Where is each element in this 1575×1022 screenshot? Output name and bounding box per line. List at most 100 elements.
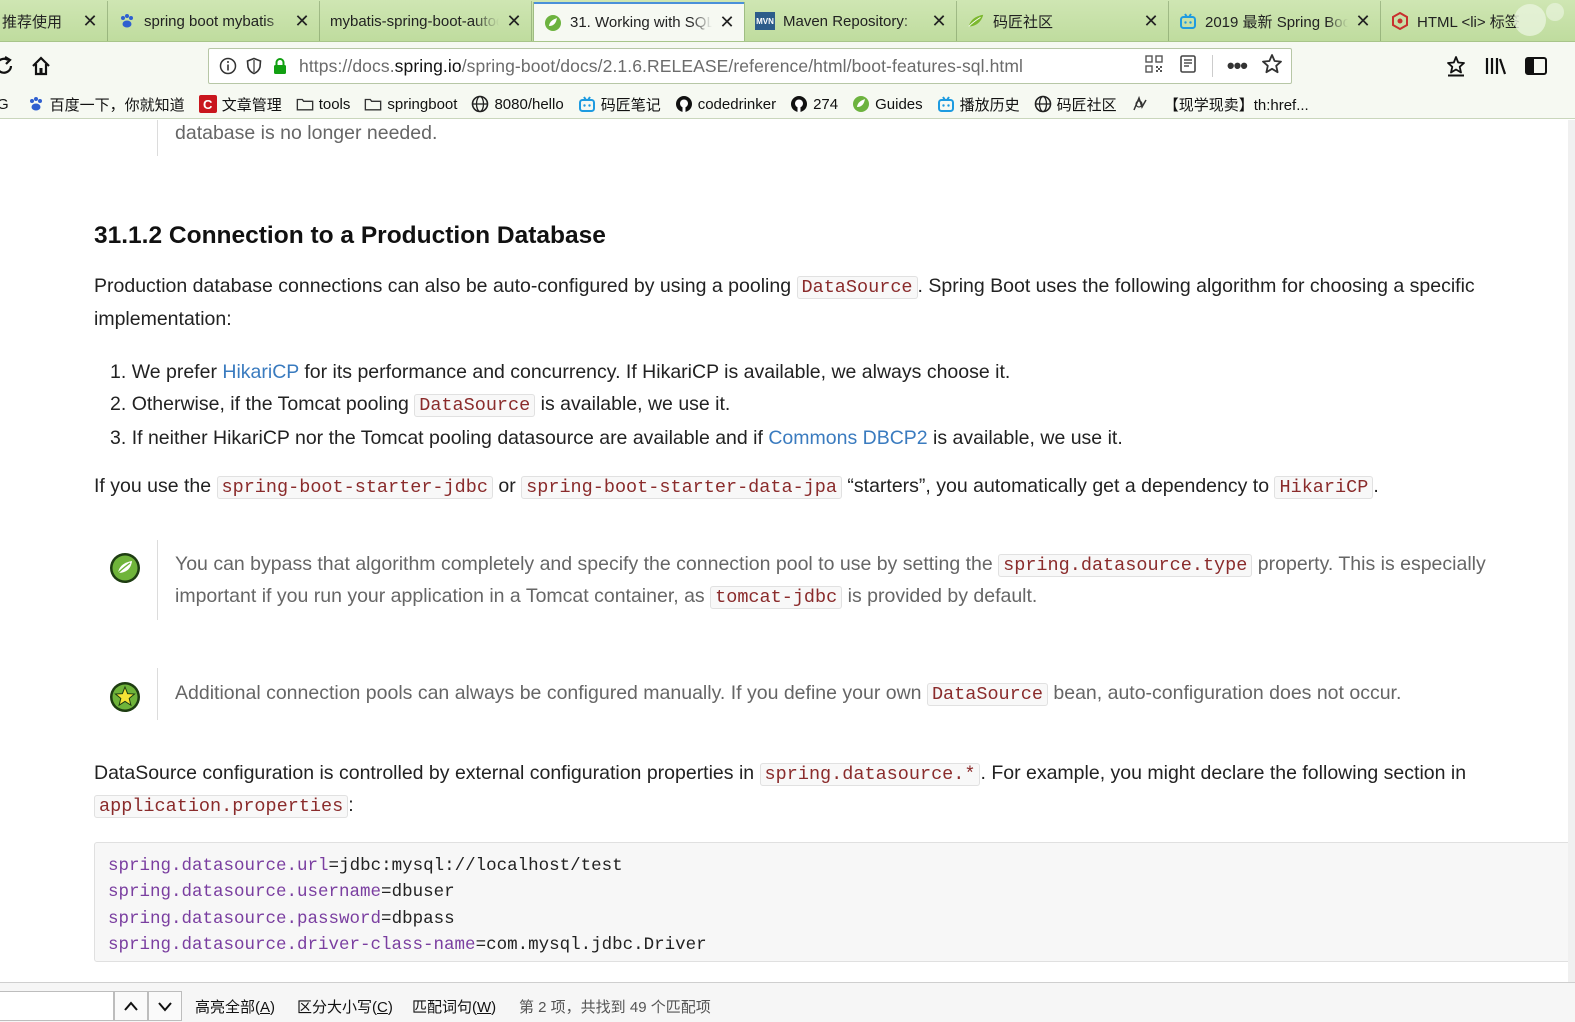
properties-code-block: spring.datasource.url=jdbc:mysql://local… xyxy=(94,842,1568,962)
bookmark-label: 码匠社区 xyxy=(1056,96,1117,114)
bookmark-label: 文章管理 xyxy=(221,96,282,114)
bookmark-label: 8080/hello xyxy=(494,95,564,113)
bookmark-item[interactable]: 百度一下，你就知道 xyxy=(27,94,185,115)
bookmark-item[interactable]: 274 xyxy=(790,95,838,113)
tab-maven-repository[interactable]: MVN Maven Repository: ✕ xyxy=(745,1,957,41)
page-content: database is no longer needed. 31.1.2 Con… xyxy=(0,120,1568,982)
list-number: 2. xyxy=(110,393,132,415)
reader-view-icon[interactable] xyxy=(1178,54,1198,79)
address-bar[interactable]: https://docs.spring.io/spring-boot/docs/… xyxy=(208,48,1292,84)
inline-code: application.properties xyxy=(94,795,349,818)
match-case-option[interactable]: 区分大小写(C) xyxy=(297,996,393,1017)
github-icon xyxy=(675,95,693,113)
tab-spring-boot-mybatis[interactable]: spring boot mybatis ✕ xyxy=(108,1,320,41)
property-value: dbpass xyxy=(391,908,455,929)
tab-mybatis-autoconfigure[interactable]: mybatis-spring-boot-autoconfigure ✕ xyxy=(320,1,532,41)
bookmark-label: Guides xyxy=(875,95,923,113)
find-previous-button[interactable] xyxy=(114,991,148,1021)
bookmark-label: 274 xyxy=(813,95,839,113)
tab-majiang-community[interactable]: 码匠社区 ✕ xyxy=(957,1,1169,41)
sidebar-toggle-icon[interactable] xyxy=(1522,52,1550,80)
bookmark-item[interactable]: C 文章管理 xyxy=(198,94,282,115)
list-item: 1. We prefer HikariCP for its performanc… xyxy=(110,356,1123,388)
bookmark-item[interactable]: 播放历史 xyxy=(937,94,1020,115)
tip-line-1: You can bypass that algorithm completely… xyxy=(175,548,1486,582)
close-tab-icon[interactable]: ✕ xyxy=(1354,11,1372,32)
config-paragraph-line-1: DataSource configuration is controlled b… xyxy=(94,757,1466,791)
tip-text: You can bypass that algorithm completely… xyxy=(175,553,999,575)
close-tab-icon[interactable]: ✕ xyxy=(718,12,736,33)
inline-code: DataSource xyxy=(926,683,1048,706)
spring-leaf-icon xyxy=(544,14,562,32)
close-tab-icon[interactable]: ✕ xyxy=(81,11,99,32)
reading-list-star-icon[interactable] xyxy=(1442,52,1470,80)
inline-code: tomcat-jdbc xyxy=(710,586,843,609)
home-icon[interactable] xyxy=(27,52,55,80)
intro-text: . Spring Boot uses the following algorit… xyxy=(917,275,1475,297)
github-icon xyxy=(790,95,808,113)
bookmark-item[interactable]: G xyxy=(0,96,9,113)
whole-words-option[interactable]: 匹配词句(W) xyxy=(412,996,496,1017)
tab-working-with-sql[interactable]: 31. Working with SQL Databases ✕ xyxy=(533,2,745,41)
starters-paragraph: If you use the spring-boot-starter-jdbc … xyxy=(94,470,1379,504)
highlight-all-option[interactable]: 高亮全部(A) xyxy=(195,996,275,1017)
url-text[interactable]: https://docs.spring.io/spring-boot/docs/… xyxy=(299,56,1023,77)
csdn-icon: C xyxy=(198,95,217,113)
list-number: 3. xyxy=(110,427,132,449)
globe-icon xyxy=(1034,95,1052,113)
find-input[interactable] xyxy=(0,991,114,1021)
option-label: ) xyxy=(270,999,276,1016)
close-tab-icon[interactable]: ✕ xyxy=(505,11,523,32)
bookmark-label: codedrinker xyxy=(697,95,777,113)
code-line: spring.datasource.password=dbpass xyxy=(108,908,455,929)
inline-code: spring.datasource.type xyxy=(998,554,1253,577)
list-text: We prefer xyxy=(131,361,223,383)
section-heading: 31.1.2 Connection to a Production Databa… xyxy=(94,222,606,249)
inline-code: spring-boot-starter-data-jpa xyxy=(521,476,842,499)
bookmark-star-icon[interactable] xyxy=(1261,53,1283,80)
tab-recommend[interactable]: 推荐使用 ✕ xyxy=(0,1,108,41)
close-tab-icon[interactable]: ✕ xyxy=(1142,11,1160,32)
property-key: spring.datasource.password xyxy=(108,908,382,929)
commons-dbcp2-link[interactable]: Commons DBCP2 xyxy=(768,427,927,449)
w3-icon xyxy=(1391,12,1409,30)
tip-text: property. This is especially xyxy=(1252,553,1486,575)
qr-code-icon[interactable] xyxy=(1144,54,1164,79)
find-next-button[interactable] xyxy=(148,991,182,1021)
close-tab-icon[interactable]: ✕ xyxy=(930,11,948,32)
list-text: is available, we use it. xyxy=(535,393,731,415)
code-line: spring.datasource.driver-class-name=com.… xyxy=(108,935,707,956)
vertical-scrollbar[interactable] xyxy=(1568,120,1575,982)
access-key: A xyxy=(260,999,271,1016)
bookmark-item[interactable]: 8080/hello xyxy=(471,95,564,113)
lock-icon[interactable] xyxy=(269,55,291,77)
find-bar: 高亮全部(A) 区分大小写(C) 匹配词句(W) 第 2 项，共找到 49 个匹… xyxy=(0,982,1575,1022)
folder-icon xyxy=(364,95,382,113)
tracking-shield-icon[interactable] xyxy=(243,55,265,77)
info-icon[interactable] xyxy=(217,55,239,77)
property-key: spring.datasource.url xyxy=(108,856,329,876)
note-star-icon xyxy=(110,682,140,712)
bookmark-label: tools xyxy=(318,95,351,113)
bookmark-item[interactable] xyxy=(1131,95,1154,113)
bookmark-item[interactable]: 码匠笔记 xyxy=(578,94,661,115)
library-icon[interactable] xyxy=(1482,52,1510,80)
bookmark-item[interactable]: codedrinker xyxy=(675,95,776,113)
admonition-divider xyxy=(157,120,158,156)
tab-title: Maven Repository: xyxy=(783,12,909,30)
more-actions-icon[interactable]: ••• xyxy=(1227,53,1248,79)
bookmark-item[interactable]: 【现学现卖】th:href... xyxy=(1164,94,1309,115)
tip-leaf-icon xyxy=(110,553,140,583)
property-value: dbuser xyxy=(391,882,455,903)
bookmark-folder[interactable]: tools xyxy=(296,95,351,113)
scribble-icon xyxy=(1131,95,1149,113)
url-path: /spring-boot/docs/2.1.6.RELEASE/referenc… xyxy=(461,55,1024,76)
close-tab-icon[interactable]: ✕ xyxy=(293,11,311,32)
bookmark-item[interactable]: Guides xyxy=(852,95,923,113)
bookmark-folder[interactable]: springboot xyxy=(364,95,457,113)
hikaricp-link[interactable]: HikariCP xyxy=(222,361,299,383)
tab-2019-spring-boot[interactable]: 2019 最新 Spring Boot ✕ xyxy=(1169,1,1381,41)
property-key: spring.datasource.driver-class-name xyxy=(108,935,476,956)
reload-icon[interactable] xyxy=(0,52,18,80)
bookmark-item[interactable]: 码匠社区 xyxy=(1034,94,1117,115)
